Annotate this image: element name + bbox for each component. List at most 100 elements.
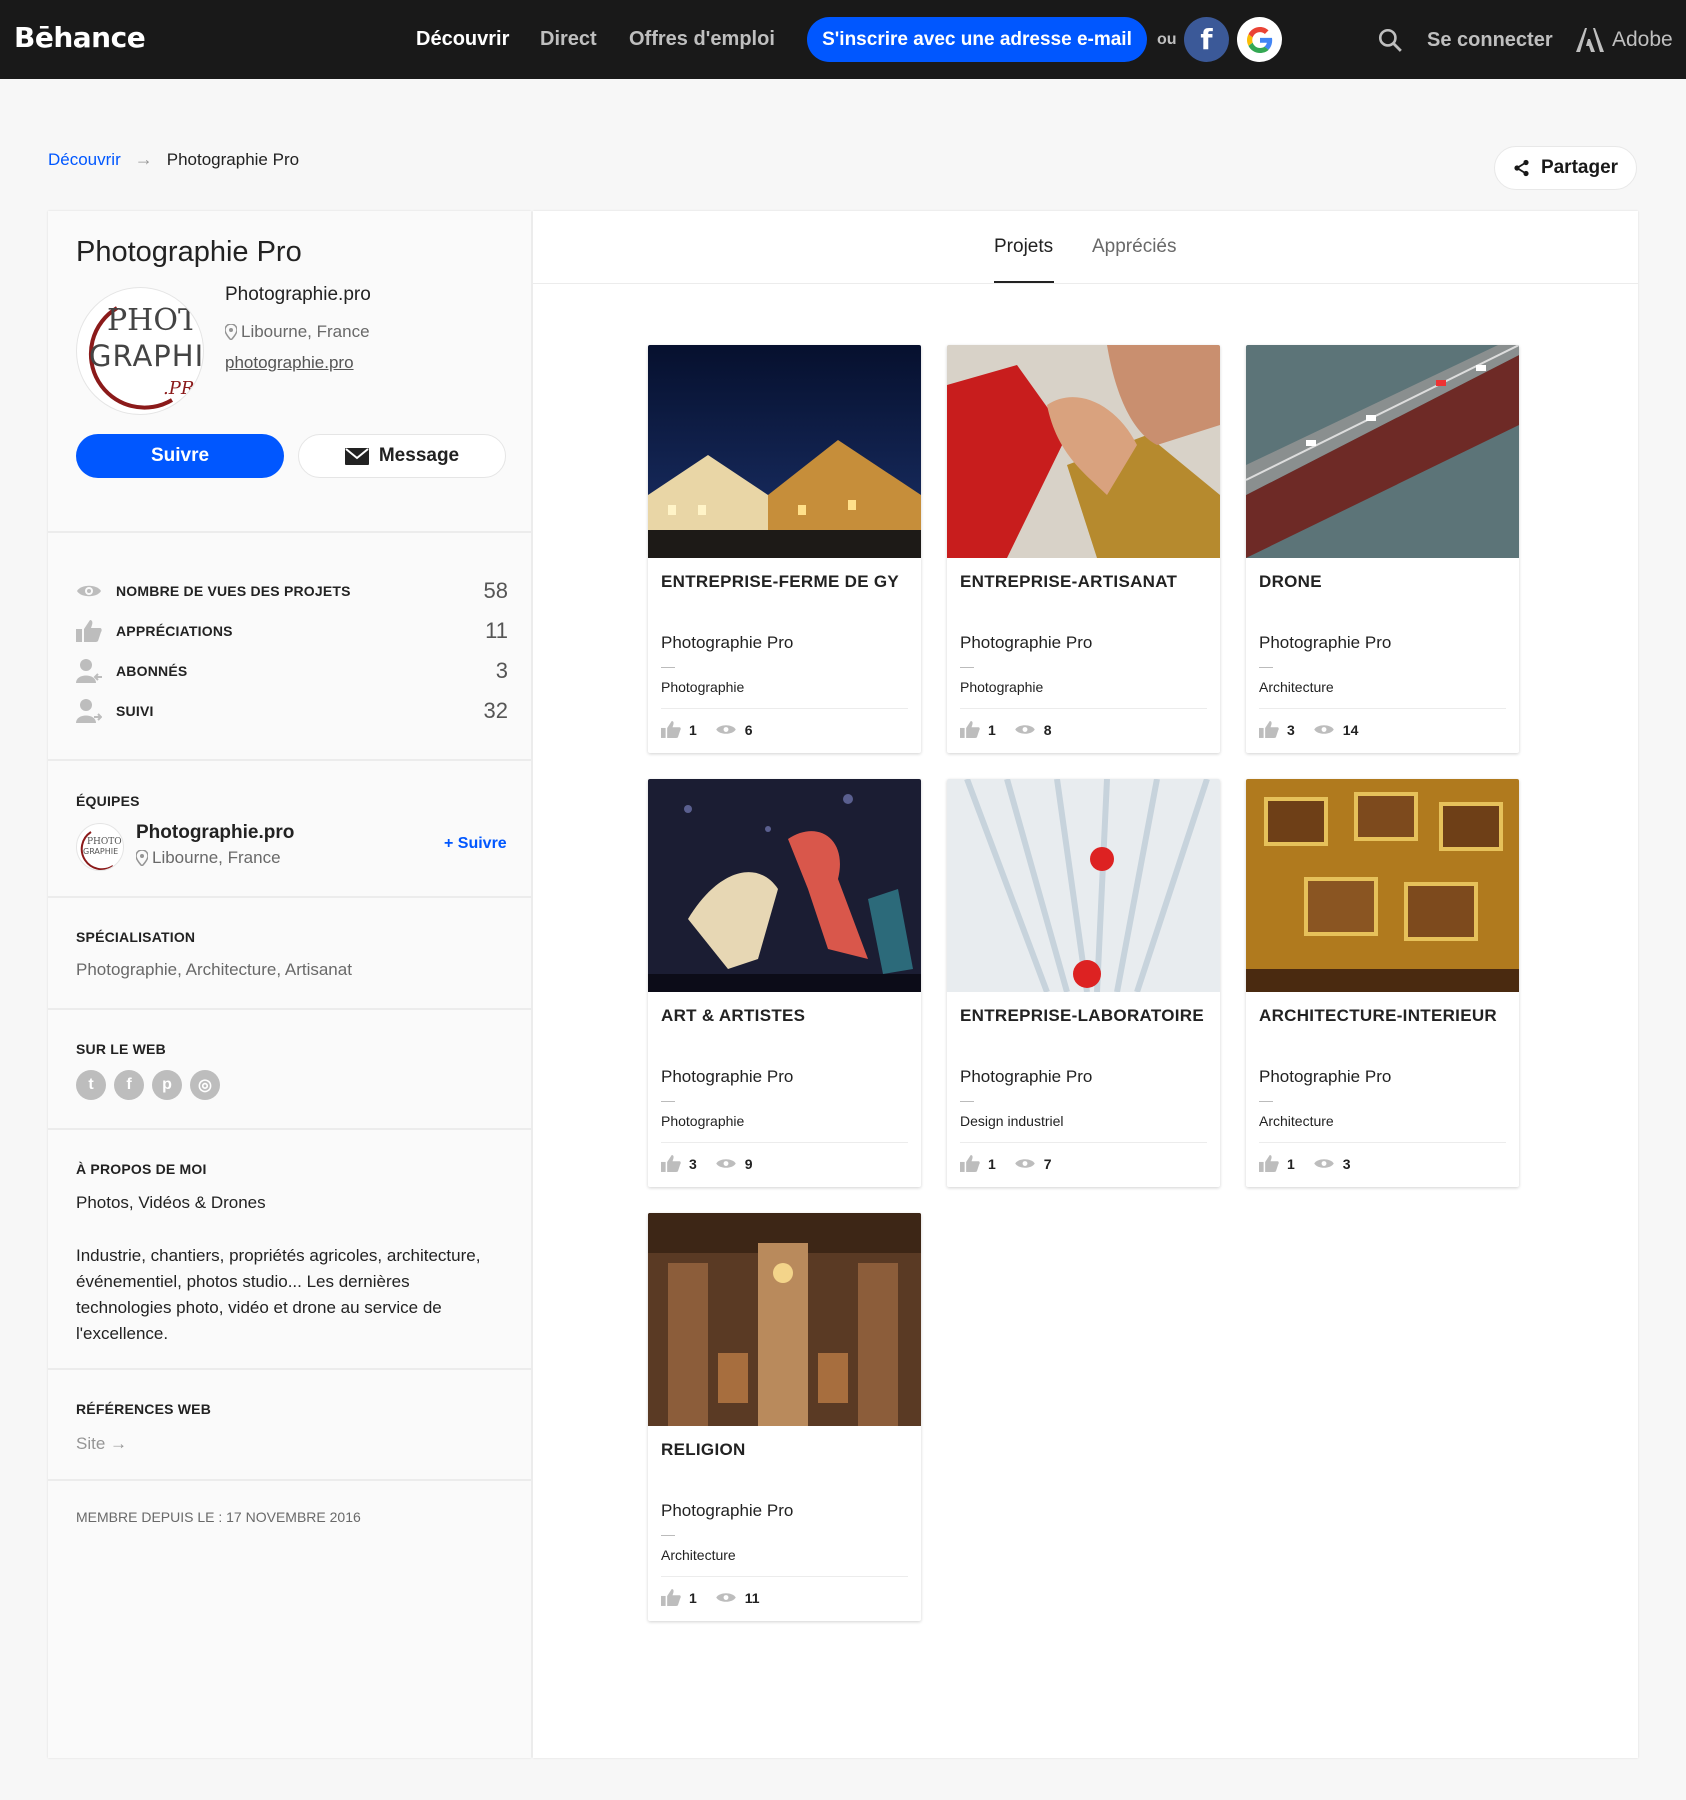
search-icon[interactable] <box>1377 27 1403 53</box>
project-owner[interactable]: Photographie Pro <box>661 633 793 653</box>
project-owner[interactable]: Photographie Pro <box>960 633 1092 653</box>
stat-label: ABONNÉS <box>116 663 188 679</box>
project-stats: 1 7 <box>960 1155 1070 1172</box>
top-navigation-bar: Bēhance Découvrir Direct Offres d'emploi… <box>0 0 1686 79</box>
follow-button[interactable]: Suivre <box>76 434 284 478</box>
specialization-heading: SPÉCIALISATION <box>76 929 196 945</box>
project-field[interactable]: Architecture <box>661 1547 736 1563</box>
divider <box>48 1128 531 1130</box>
thumbs-up-icon <box>960 1155 980 1172</box>
divider <box>1259 708 1506 709</box>
profile-name[interactable]: Photographie.pro <box>225 284 371 306</box>
tab-appreciated[interactable]: Appréciés <box>1092 236 1177 258</box>
team-follow-button[interactable]: + Suivre <box>444 835 507 853</box>
views-count: 7 <box>1043 1155 1052 1172</box>
project-card[interactable]: DRONE Photographie Pro Architecture 3 14 <box>1246 345 1519 753</box>
project-title[interactable]: ENTREPRISE-FERME DE GY <box>661 572 899 592</box>
project-cover[interactable] <box>648 1213 921 1426</box>
project-title[interactable]: RELIGION <box>661 1440 746 1460</box>
team-logo[interactable]: PHOTO GRAPHIE <box>76 823 124 871</box>
site-link[interactable]: Site → <box>76 1434 127 1454</box>
project-title[interactable]: ENTREPRISE-LABORATOIRE <box>960 1006 1204 1026</box>
likes-count: 1 <box>988 1155 996 1172</box>
thumbs-up-icon <box>76 619 104 643</box>
project-title[interactable]: ENTREPRISE-ARTISANAT <box>960 572 1177 592</box>
nav-live[interactable]: Direct <box>540 28 597 51</box>
project-title[interactable]: ART & ARTISTES <box>661 1006 805 1026</box>
project-title[interactable]: DRONE <box>1259 572 1322 592</box>
profile-website-link[interactable]: photographie.pro <box>225 353 354 373</box>
project-field[interactable]: Photographie <box>661 1113 744 1129</box>
share-button[interactable]: Partager <box>1494 146 1637 190</box>
divider <box>48 1479 531 1481</box>
project-owner[interactable]: Photographie Pro <box>1259 633 1391 653</box>
project-cover[interactable] <box>1246 779 1519 992</box>
likes-count: 1 <box>689 1589 697 1606</box>
login-link[interactable]: Se connecter <box>1427 29 1553 52</box>
project-owner[interactable]: Photographie Pro <box>960 1067 1092 1087</box>
adobe-icon[interactable] <box>1576 28 1604 52</box>
project-owner[interactable]: Photographie Pro <box>661 1501 793 1521</box>
project-stats: 1 3 <box>1259 1155 1369 1172</box>
nav-jobs[interactable]: Offres d'emploi <box>629 28 775 51</box>
instagram-icon[interactable]: ◎ <box>190 1070 220 1100</box>
pinterest-icon[interactable]: p <box>152 1070 182 1100</box>
breadcrumb-discover[interactable]: Découvrir <box>48 150 121 170</box>
share-icon <box>1514 159 1529 177</box>
project-cover[interactable] <box>648 345 921 558</box>
likes-count: 3 <box>1287 721 1295 738</box>
signup-email-button[interactable]: S'inscrire avec une adresse e-mail <box>807 17 1147 62</box>
facebook-login-button[interactable]: f <box>1184 17 1229 62</box>
project-card[interactable]: ARCHITECTURE-INTERIEUR Photographie Pro … <box>1246 779 1519 1187</box>
project-card[interactable]: ENTREPRISE-FERME DE GY Photographie Pro … <box>648 345 921 753</box>
stat-views: NOMBRE DE VUES DES PROJETS 58 <box>76 571 508 611</box>
project-owner[interactable]: Photographie Pro <box>661 1067 793 1087</box>
project-cover[interactable] <box>1246 345 1519 558</box>
profile-title: Photographie Pro <box>76 236 302 268</box>
eye-icon <box>1313 723 1335 736</box>
project-field[interactable]: Architecture <box>1259 679 1334 695</box>
about-tagline: Photos, Vidéos & Drones <box>76 1193 266 1212</box>
followers-icon <box>76 659 104 683</box>
project-card[interactable]: RELIGION Photographie Pro Architecture 1… <box>648 1213 921 1621</box>
google-login-button[interactable] <box>1237 17 1282 62</box>
project-field[interactable]: Architecture <box>1259 1113 1334 1129</box>
tab-projects[interactable]: Projets <box>994 236 1053 258</box>
stat-value: 32 <box>483 698 508 723</box>
views-count: 14 <box>1342 721 1359 738</box>
location-pin-icon <box>225 324 237 340</box>
about-description: Industrie, chantiers, propriétés agricol… <box>76 1246 481 1343</box>
message-button[interactable]: Message <box>298 434 506 478</box>
project-field[interactable]: Photographie <box>960 679 1043 695</box>
project-field[interactable]: Photographie <box>661 679 744 695</box>
svg-text:PHOTO: PHOTO <box>87 837 122 847</box>
team-name[interactable]: Photographie.pro <box>136 822 294 844</box>
profile-location: Libourne, France <box>225 322 370 342</box>
twitter-icon[interactable]: t <box>76 1070 106 1100</box>
project-cover[interactable] <box>947 779 1220 992</box>
project-card[interactable]: ENTREPRISE-ARTISANAT Photographie Pro Ph… <box>947 345 1220 753</box>
adobe-link[interactable]: Adobe <box>1612 28 1673 52</box>
behance-logo[interactable]: Bēhance <box>14 21 146 54</box>
project-card[interactable]: ENTREPRISE-LABORATOIRE Photographie Pro … <box>947 779 1220 1187</box>
project-cover[interactable] <box>648 779 921 992</box>
stat-appreciations: APPRÉCIATIONS 11 <box>76 611 508 651</box>
project-cover[interactable] <box>947 345 1220 558</box>
nav-discover[interactable]: Découvrir <box>416 28 509 51</box>
breadcrumb-arrow: → <box>134 149 153 169</box>
project-field[interactable]: Design industriel <box>960 1113 1064 1129</box>
project-title[interactable]: ARCHITECTURE-INTERIEUR <box>1259 1006 1497 1026</box>
divider <box>48 1368 531 1370</box>
thumbs-up-icon <box>1259 721 1279 738</box>
avatar[interactable]: PHOTO GRAPHIE .PRO <box>76 287 204 415</box>
eye-icon <box>715 723 737 736</box>
divider <box>661 708 908 709</box>
likes-count: 1 <box>1287 1155 1295 1172</box>
facebook-icon[interactable]: f <box>114 1070 144 1100</box>
share-label: Partager <box>1540 157 1619 178</box>
project-card[interactable]: ART & ARTISTES Photographie Pro Photogra… <box>648 779 921 1187</box>
eye-icon <box>715 1157 737 1170</box>
project-owner[interactable]: Photographie Pro <box>1259 1067 1391 1087</box>
divider <box>661 1535 675 1536</box>
envelope-icon <box>344 447 369 465</box>
